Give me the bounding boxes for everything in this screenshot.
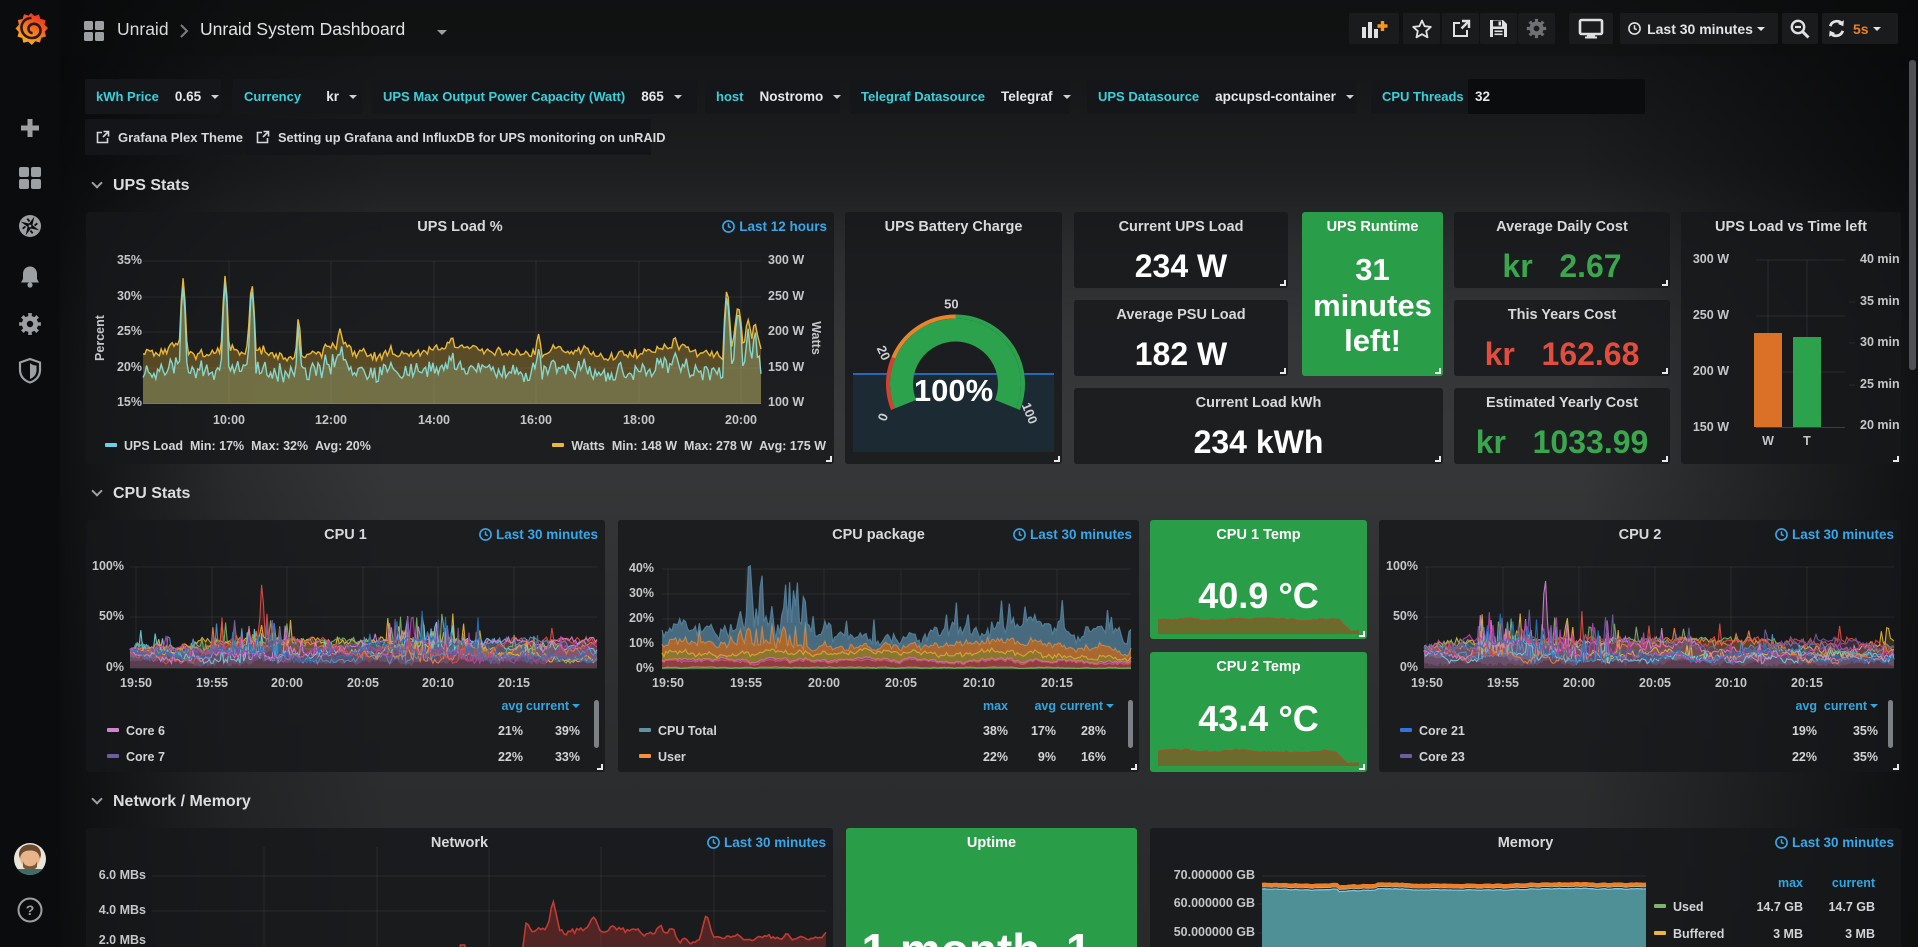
svg-text:0: 0 [875, 411, 892, 423]
svg-text:50: 50 [944, 297, 958, 312]
svg-text:?: ? [26, 902, 35, 918]
